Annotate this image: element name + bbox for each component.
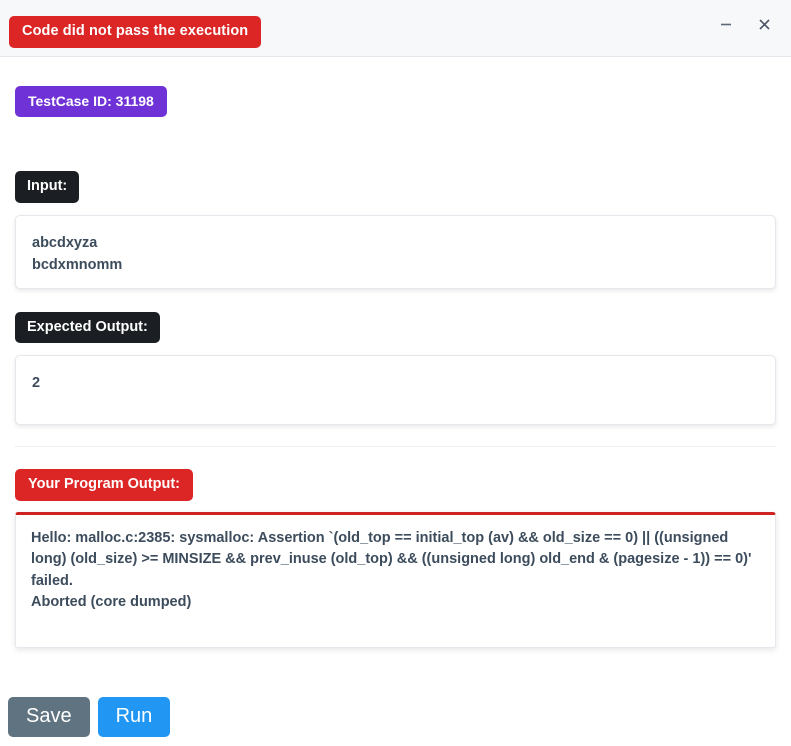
save-button[interactable]: Save	[8, 697, 90, 737]
expected-output-section: Expected Output: 2	[15, 311, 776, 425]
section-divider	[15, 446, 776, 447]
window-footer: Save Run	[0, 688, 791, 746]
status-badge: Code did not pass the execution	[9, 16, 262, 48]
program-output-value: Hello: malloc.c:2385: sysmalloc: Asserti…	[15, 511, 776, 648]
testcase-result-window: Code did not pass the execution TestCase…	[0, 0, 791, 746]
testcase-id-badge: TestCase ID: 31198	[15, 86, 167, 117]
minimize-button[interactable]	[711, 10, 741, 38]
close-icon	[757, 17, 772, 32]
window-titlebar: Code did not pass the execution	[0, 0, 791, 57]
input-section: Input: abcdxyza bcdxmnomm	[15, 171, 776, 289]
run-button[interactable]: Run	[97, 697, 171, 737]
window-content: TestCase ID: 31198 Input: abcdxyza bcdxm…	[0, 57, 791, 688]
expected-output-value: 2	[15, 355, 776, 425]
close-button[interactable]	[749, 10, 779, 38]
expected-output-label: Expected Output:	[15, 311, 160, 343]
input-label: Input:	[15, 171, 80, 203]
program-output-section: Your Program Output: Hello: malloc.c:238…	[15, 469, 776, 648]
window-controls	[711, 10, 779, 38]
program-output-label: Your Program Output:	[15, 469, 193, 501]
input-value: abcdxyza bcdxmnomm	[15, 214, 776, 289]
minimize-icon	[719, 17, 733, 31]
